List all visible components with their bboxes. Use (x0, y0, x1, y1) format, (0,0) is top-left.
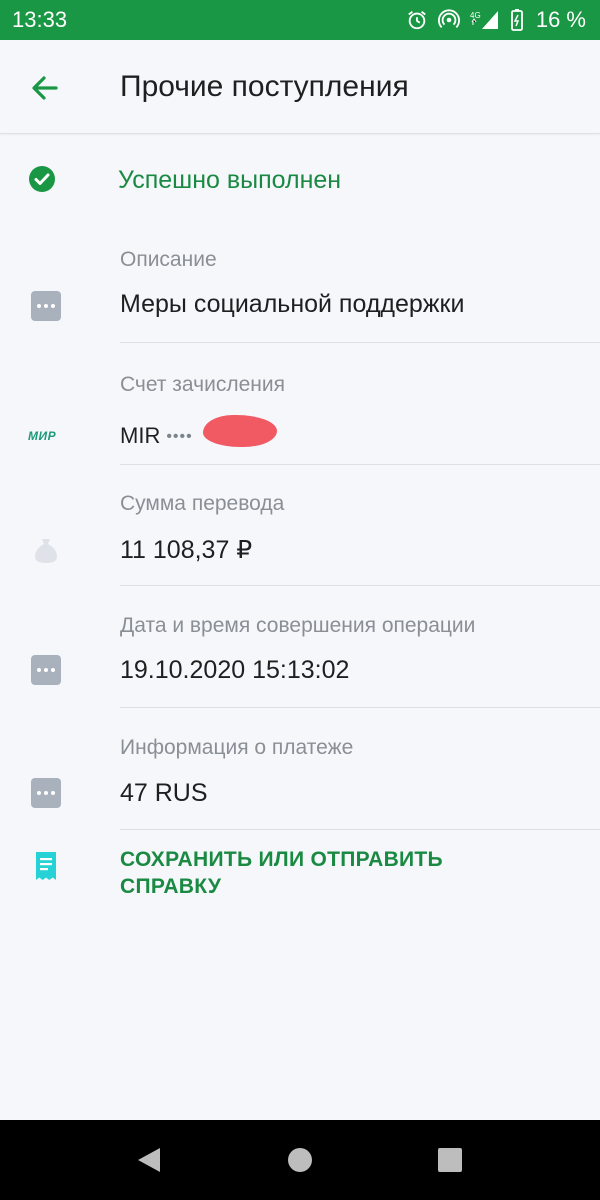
svg-text:4G: 4G (470, 11, 481, 20)
card-mask: •••• (166, 428, 193, 446)
more-dots-icon (31, 655, 61, 685)
page-title: Прочие поступления (120, 70, 409, 103)
battery-level: 16 % (535, 7, 586, 32)
payment-info-value: 47 RUS (120, 779, 208, 807)
operation-status: Успешно выполнен (0, 134, 600, 226)
receipt-icon (34, 850, 58, 887)
nav-recents-icon[interactable] (437, 1146, 463, 1179)
check-circle-icon (28, 165, 56, 198)
mir-card-icon: МИР (28, 429, 57, 443)
divider (120, 829, 600, 830)
status-bar: 13:33 4G 16 % (0, 0, 600, 40)
status-time: 13:33 (12, 7, 68, 32)
action-line-2: СПРАВКУ (120, 875, 222, 898)
save-or-send-label: СОХРАНИТЬ ИЛИ ОТПРАВИТЬ СПРАВКУ (120, 846, 443, 900)
datetime-value: 19.10.2020 15:13:02 (120, 656, 350, 684)
save-or-send-certificate-button[interactable]: СОХРАНИТЬ ИЛИ ОТПРАВИТЬ СПРАВКУ (0, 842, 600, 912)
status-icons: 4G 16 % (406, 7, 586, 33)
nav-home-icon[interactable] (287, 1146, 313, 1179)
battery-icon (510, 9, 524, 31)
datetime-field: Дата и время совершения операции 19.10.2… (0, 586, 600, 708)
account-field: Счет зачисления МИР MIR •••• (0, 343, 600, 465)
description-value: Меры социальной поддержки (120, 290, 465, 318)
system-nav-bar (0, 1120, 600, 1200)
payment-info-label: Информация о платеже (120, 736, 354, 759)
signal-icon: 4G (470, 9, 500, 31)
more-dots-icon (31, 291, 61, 321)
alarm-icon (406, 9, 428, 31)
amount-value: 11 108,37 ₽ (120, 536, 253, 564)
nav-back-icon[interactable] (136, 1146, 162, 1179)
payment-info-field: Информация о платеже 47 RUS (0, 708, 600, 830)
back-arrow-icon[interactable] (26, 68, 66, 108)
redaction-mark (203, 415, 277, 447)
app-bar: Прочие поступления (0, 40, 600, 134)
description-label: Описание (120, 248, 217, 271)
amount-label: Сумма перевода (120, 492, 285, 515)
hotspot-icon (437, 9, 460, 31)
datetime-label: Дата и время совершения операции (120, 614, 476, 637)
more-dots-icon (31, 778, 61, 808)
money-bag-icon (31, 535, 61, 570)
status-text: Успешно выполнен (118, 166, 342, 194)
card-system: MIR (120, 423, 161, 448)
account-label: Счет зачисления (120, 373, 285, 396)
amount-field: Сумма перевода 11 108,37 ₽ (0, 465, 600, 586)
description-field: Описание Меры социальной поддержки (0, 226, 600, 343)
action-line-1: СОХРАНИТЬ ИЛИ ОТПРАВИТЬ (120, 848, 443, 871)
account-value: MIR •••• (120, 423, 193, 449)
